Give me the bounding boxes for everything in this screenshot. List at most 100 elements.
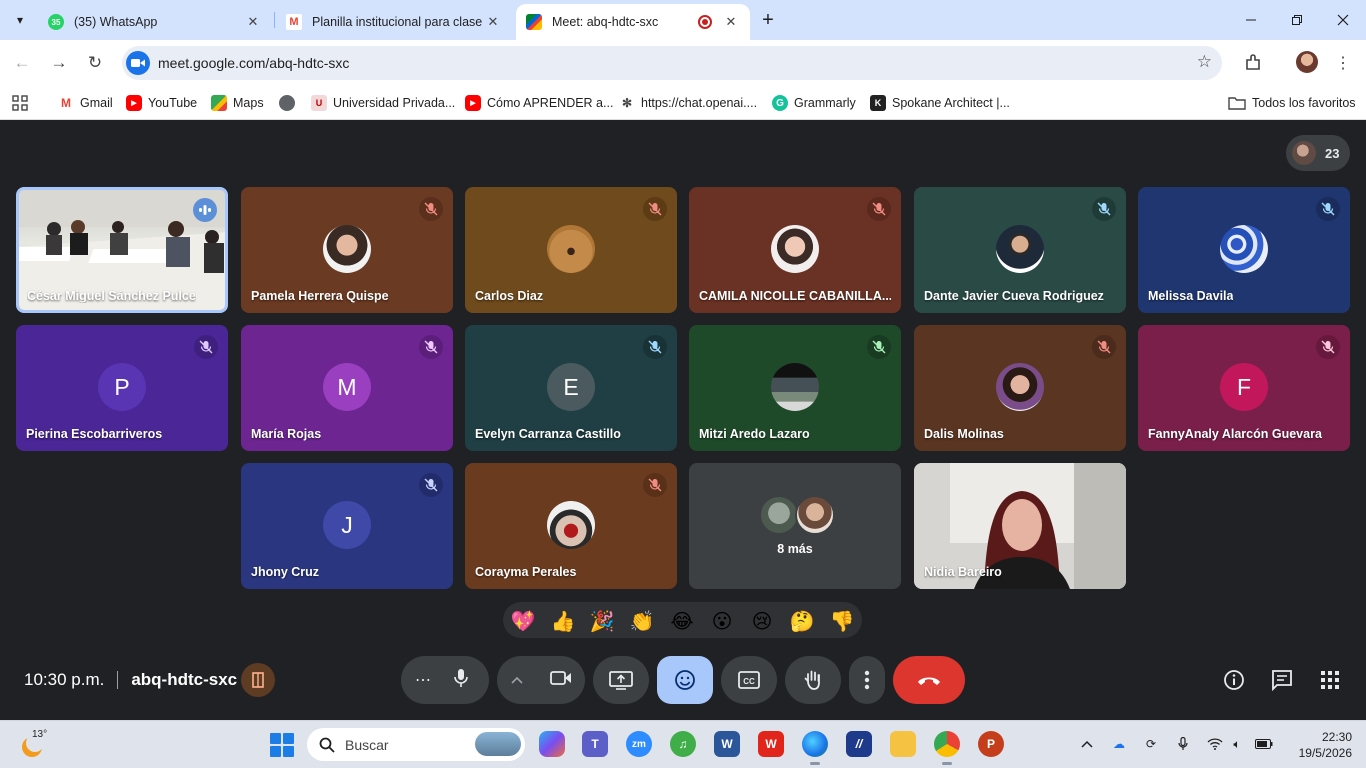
close-tab-icon[interactable]: ✕ xyxy=(722,13,740,31)
extensions-icon[interactable] xyxy=(1241,51,1265,75)
participant-tile[interactable]: Mitzi Aredo Lazaro xyxy=(689,325,901,451)
participant-tile[interactable]: Pamela Herrera Quispe xyxy=(241,187,453,313)
host-controls-icon[interactable] xyxy=(241,663,275,697)
bookmark-label: Todos los favoritos xyxy=(1252,96,1356,110)
tab-search-chevron-icon[interactable]: ▾ xyxy=(8,8,32,32)
reaction-thumbs-up[interactable]: 👍 xyxy=(550,608,576,634)
close-tab-icon[interactable]: ✕ xyxy=(484,13,502,31)
activities-grid-icon[interactable] xyxy=(1318,668,1342,692)
participant-tile[interactable]: P Pierina Escobarriveros xyxy=(16,325,228,451)
url-text[interactable]: meet.google.com/abq-hdtc-sxc xyxy=(158,55,349,71)
present-screen-button[interactable] xyxy=(593,656,649,704)
reaction-thinking[interactable]: 🤔 xyxy=(789,608,815,634)
more-participants-tile[interactable]: 8 más xyxy=(689,463,901,589)
more-options-button[interactable] xyxy=(849,656,885,704)
teams-icon[interactable]: T xyxy=(582,731,608,757)
taskbar-search[interactable]: Buscar xyxy=(307,728,525,761)
bookmark-youtube[interactable]: ▶ YouTube xyxy=(126,92,197,114)
word-icon[interactable]: W xyxy=(714,731,740,757)
bookmark-maps[interactable]: Maps xyxy=(211,92,264,114)
bookmark-star-icon[interactable]: ☆ xyxy=(1197,52,1212,72)
forward-icon[interactable]: → xyxy=(47,51,71,75)
reaction-laughing[interactable]: 😂 xyxy=(669,608,695,634)
reaction-party-popper[interactable]: 🎉 xyxy=(589,608,615,634)
battery-icon[interactable] xyxy=(1255,735,1273,753)
all-bookmarks-folder[interactable]: Todos los favoritos xyxy=(1228,92,1356,114)
browser-menu-icon[interactable]: ⋮ xyxy=(1331,51,1355,75)
new-tab-icon[interactable]: + xyxy=(756,8,780,32)
copilot-icon[interactable] xyxy=(539,731,565,757)
chrome-icon[interactable] xyxy=(934,731,960,765)
temperature: 13° xyxy=(32,729,48,740)
bookmark-grammarly[interactable]: G Grammarly xyxy=(772,92,856,114)
address-bar[interactable]: meet.google.com/abq-hdtc-sxc ☆ xyxy=(122,46,1222,80)
reaction-clapping[interactable]: 👏 xyxy=(629,608,655,634)
zoom-icon[interactable]: zm xyxy=(626,731,652,757)
close-window-icon[interactable] xyxy=(1320,0,1366,40)
participant-tile[interactable]: CAMILA NICOLLE CABANILLA... xyxy=(689,187,901,313)
system-clock[interactable]: 22:30 19/5/2026 xyxy=(1288,729,1352,761)
bookmark-como-aprender[interactable]: ▶ Cómo APRENDER a... xyxy=(465,92,613,114)
reload-icon[interactable]: ↻ xyxy=(83,51,107,75)
wps-icon[interactable]: W xyxy=(758,731,784,757)
weather-widget[interactable]: 13° xyxy=(18,729,48,759)
openai-icon: ✻ xyxy=(619,95,635,111)
sync-icon[interactable]: ⟳ xyxy=(1142,735,1160,753)
start-button-windows-icon[interactable] xyxy=(270,733,294,757)
edge-icon[interactable] xyxy=(802,731,828,765)
meeting-info-icon[interactable] xyxy=(1222,668,1246,692)
restore-icon[interactable] xyxy=(1274,0,1320,40)
participant-tile[interactable]: Carlos Diaz xyxy=(465,187,677,313)
tab-meet[interactable]: Meet: abq-hdtc-sxc ✕ xyxy=(516,4,750,40)
participant-tile[interactable]: F FannyAnaly Alarcón Guevara xyxy=(1138,325,1350,451)
avatar xyxy=(996,225,1044,273)
microphone-icon[interactable] xyxy=(453,668,469,693)
wifi-icon[interactable] xyxy=(1206,735,1224,753)
participants-button[interactable]: 23 xyxy=(1286,135,1350,171)
search-highlight-image xyxy=(475,732,521,756)
more-audio-options-icon[interactable]: ⋯ xyxy=(415,670,431,690)
captions-button[interactable]: CC xyxy=(721,656,777,704)
emoji-reactions-button[interactable] xyxy=(657,656,713,704)
reaction-thumbs-down[interactable]: 👎 xyxy=(829,608,855,634)
participant-tile[interactable]: Dante Javier Cueva Rodriguez xyxy=(914,187,1126,313)
reaction-surprised[interactable]: 😮 xyxy=(709,608,735,634)
minimize-icon[interactable] xyxy=(1228,0,1274,40)
tab-gmail[interactable]: M Planilla institucional para clase de ✕ xyxy=(276,4,512,40)
participant-tile[interactable]: Dalis Molinas xyxy=(914,325,1126,451)
microphone-tray-icon[interactable] xyxy=(1174,735,1192,753)
participant-tile[interactable]: Melissa Davila xyxy=(1138,187,1350,313)
bookmark-openai[interactable]: ✻ https://chat.openai.... xyxy=(619,92,757,114)
powerpoint-icon[interactable]: P xyxy=(978,731,1004,757)
tab-whatsapp[interactable]: 35 (35) WhatsApp ✕ xyxy=(38,4,272,40)
back-icon[interactable]: ← xyxy=(10,51,34,75)
file-explorer-icon[interactable] xyxy=(890,731,916,757)
close-tab-icon[interactable]: ✕ xyxy=(244,13,262,31)
camera-icon[interactable] xyxy=(550,670,572,691)
participant-tile[interactable]: Corayma Perales xyxy=(465,463,677,589)
bookmark-spokane[interactable]: K Spokane Architect |... xyxy=(870,92,1010,114)
participant-tile[interactable]: César Miguel Sánchez Pulce xyxy=(16,187,228,313)
bookmark-gmail[interactable]: M Gmail xyxy=(58,92,113,114)
reaction-sparkling-heart[interactable]: 💖 xyxy=(510,608,536,634)
site-info-meet-icon[interactable] xyxy=(126,51,150,75)
reaction-sad[interactable]: 😢 xyxy=(749,608,775,634)
participant-tile[interactable]: M María Rojas xyxy=(241,325,453,451)
participant-tile[interactable]: J Jhony Cruz xyxy=(241,463,453,589)
music-app-icon[interactable]: ♫ xyxy=(670,731,696,757)
participant-tile[interactable]: Nidia Bareiro xyxy=(914,463,1126,589)
leave-call-button[interactable] xyxy=(893,656,965,704)
apps-grid-icon[interactable] xyxy=(12,92,28,114)
show-hidden-icons-chevron-icon[interactable] xyxy=(1078,735,1096,753)
bookmark-universidad[interactable]: U Universidad Privada... xyxy=(311,92,455,114)
bookmark-label: Maps xyxy=(233,96,264,110)
chevron-up-icon[interactable] xyxy=(511,671,523,689)
volume-icon[interactable]: 🔈︎ xyxy=(1228,735,1246,753)
raise-hand-button[interactable] xyxy=(785,656,841,704)
bookmark-globe[interactable] xyxy=(279,92,301,114)
participant-tile[interactable]: E Evelyn Carranza Castillo xyxy=(465,325,677,451)
chat-icon[interactable] xyxy=(1270,668,1294,692)
profile-avatar[interactable] xyxy=(1296,51,1318,73)
onedrive-icon[interactable]: ☁ xyxy=(1110,735,1128,753)
pen-app-icon[interactable]: // xyxy=(846,731,872,757)
